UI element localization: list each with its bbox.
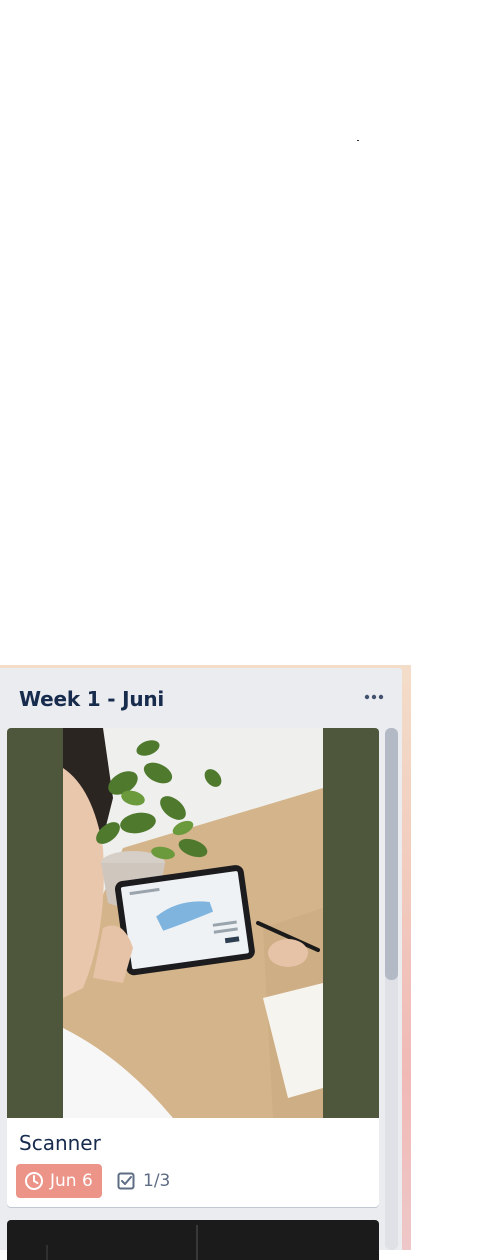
- card-title: Scanner: [19, 1131, 101, 1155]
- checklist-badge: 1/3: [117, 1169, 170, 1193]
- due-date-badge[interactable]: Jun 6: [16, 1164, 102, 1198]
- card-cover: [7, 728, 379, 1118]
- checkbox-icon: [117, 1172, 135, 1190]
- list-menu-button[interactable]: [361, 686, 387, 708]
- due-date-label: Jun 6: [50, 1171, 93, 1191]
- card-scanner[interactable]: Scanner Jun 6 1/3: [7, 728, 379, 1207]
- cover-photo: [63, 728, 323, 1118]
- clock-icon: [25, 1172, 43, 1190]
- next-card[interactable]: [7, 1220, 379, 1260]
- checklist-label: 1/3: [143, 1171, 171, 1191]
- stray-pixel: [357, 140, 359, 141]
- list-scrollbar-thumb[interactable]: [385, 728, 398, 980]
- list-title[interactable]: Week 1 - Juni: [19, 687, 164, 711]
- ellipsis-icon: [364, 694, 384, 700]
